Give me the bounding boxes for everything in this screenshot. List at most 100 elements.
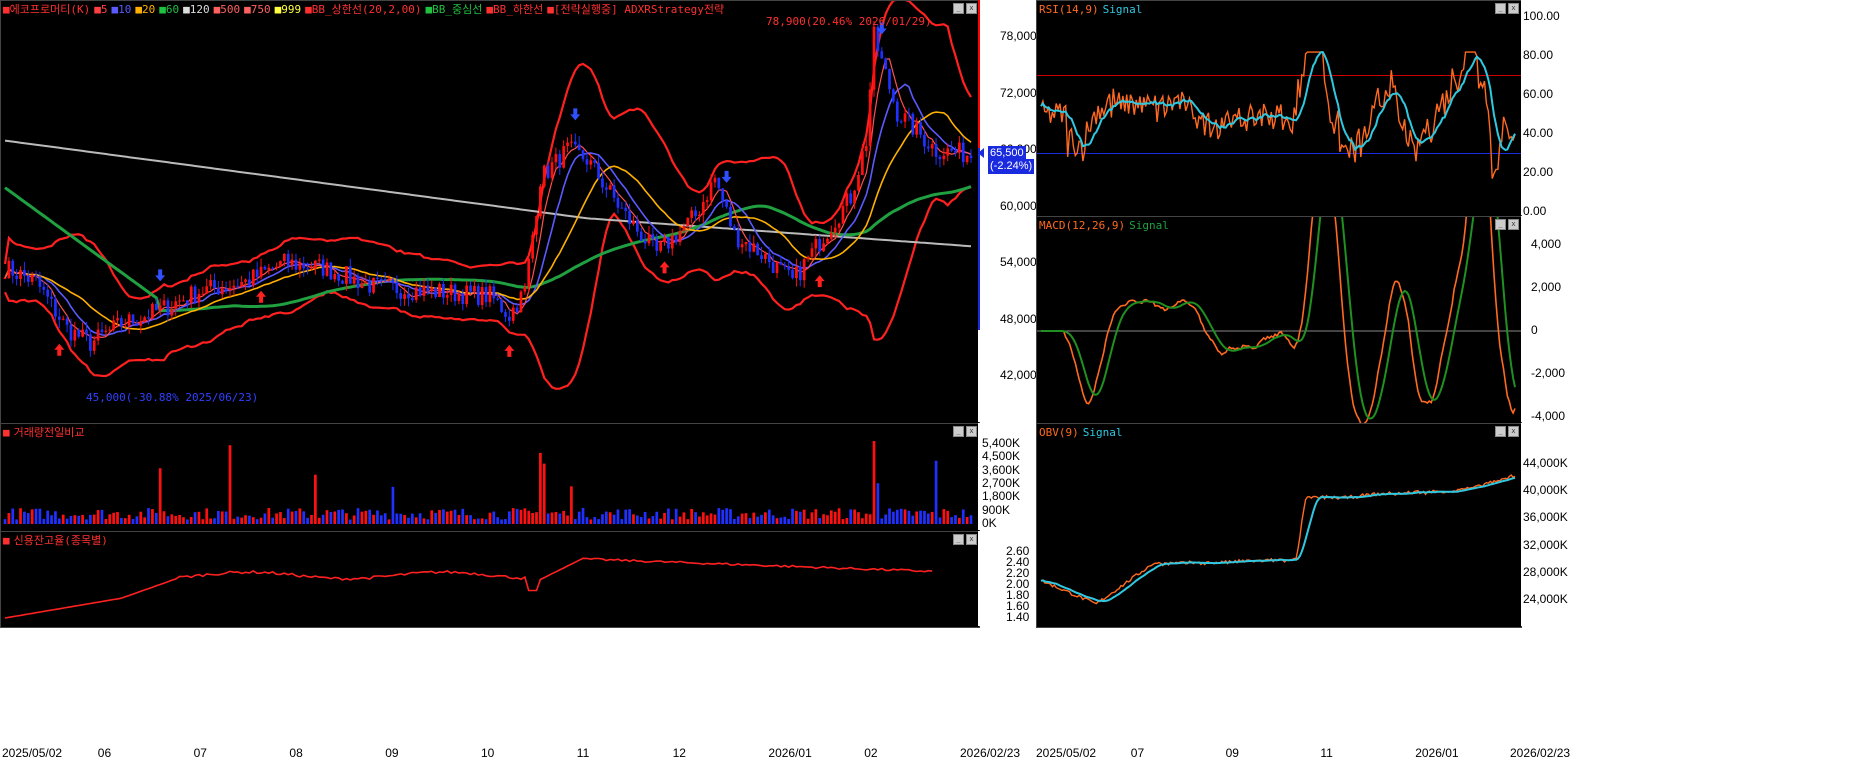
candle-body — [302, 263, 306, 269]
volume-bar — [178, 514, 181, 524]
close-icon[interactable]: x — [1508, 3, 1519, 14]
y-tick-label: 60,000 — [1000, 198, 1037, 213]
volume-bar — [729, 509, 732, 524]
rsi-chart-pane[interactable]: RSI(14,9) Signal _ x — [1036, 0, 1522, 217]
close-icon[interactable]: x — [966, 426, 977, 437]
candle-body — [104, 330, 108, 333]
volume-chart-pane[interactable]: ■ 거래량전일비교 _ x — [0, 423, 980, 532]
candle-body — [182, 300, 185, 302]
obv-chart-pane[interactable]: OBV(9) Signal _ x — [1036, 423, 1522, 628]
legend-item[interactable]: ■999 — [275, 3, 302, 16]
candle-body — [174, 301, 178, 310]
candle-body — [744, 241, 748, 245]
candle-body — [484, 287, 488, 303]
close-icon[interactable]: x — [1508, 219, 1519, 230]
candle-body — [783, 264, 787, 267]
y-tick-label: 28,000K — [1523, 564, 1568, 579]
legend-item[interactable]: ■5 — [94, 3, 107, 16]
volume-bar — [806, 518, 810, 524]
volume-bar — [744, 513, 748, 524]
macd-chart-pane[interactable]: MACD(12,26,9) Signal _ x — [1036, 216, 1522, 424]
legend-item[interactable]: ■750 — [244, 3, 271, 16]
candle-body — [356, 276, 360, 289]
volume-bar — [92, 514, 96, 524]
candle-body — [620, 207, 624, 209]
candle-body — [942, 155, 946, 160]
x-tick-label: 07 — [1130, 746, 1145, 760]
minimize-icon[interactable]: _ — [953, 534, 964, 545]
candle-body — [764, 253, 767, 260]
volume-bar — [236, 516, 240, 524]
candle-body — [54, 298, 57, 317]
buy-arrow-icon — [659, 261, 670, 274]
price-chart-pane[interactable]: ■에코프로머티(K) ■5 ■10 ■20 ■60 ■120 ■500 ■750 ■999 ■BB… — [0, 0, 980, 424]
legend-item[interactable]: ■60 — [159, 3, 179, 16]
candle-body — [457, 293, 461, 302]
candle-body — [577, 144, 581, 151]
volume-bar — [310, 514, 313, 524]
candle-body — [643, 240, 647, 244]
volume-bar — [209, 518, 212, 524]
minimize-icon[interactable]: _ — [953, 426, 964, 437]
legend-item[interactable]: ■BB_하한선 — [486, 3, 543, 16]
legend-item[interactable]: ■BB_중심선 — [426, 3, 483, 16]
y-tick-label: 78,000 — [1000, 29, 1037, 43]
candle-body — [663, 237, 666, 243]
volume-bar — [7, 513, 11, 524]
legend-item[interactable]: ■10 — [111, 3, 131, 16]
legend-item[interactable]: ■120 — [183, 3, 210, 16]
legend-item[interactable]: ■500 — [214, 3, 241, 16]
volume-bar — [372, 514, 375, 524]
volume-bar — [158, 468, 162, 524]
legend-item[interactable]: ■20 — [135, 3, 155, 16]
volume-bar — [868, 514, 872, 524]
volume-bar — [57, 518, 61, 524]
candle-body — [224, 288, 228, 291]
volume-bar — [298, 508, 302, 524]
volume-bar — [465, 515, 469, 524]
legend-item[interactable]: ■BB_상한선(20,2,00) — [305, 3, 421, 16]
candle-body — [511, 307, 515, 321]
legend-item[interactable]: ■에코프로머티(K) — [3, 3, 90, 16]
pane-controls[interactable]: _ x — [953, 3, 977, 14]
volume-bar — [787, 518, 791, 524]
candle-body — [659, 242, 662, 251]
candle-body — [201, 293, 205, 295]
volume-bar — [151, 509, 154, 524]
volume-bar — [942, 509, 946, 524]
volume-bar — [224, 511, 228, 524]
y-tick-label: 24,000K — [1523, 592, 1568, 606]
volume-bar — [504, 519, 507, 524]
legend-item[interactable]: ■[전략실행중] ADXRStrategy전략 — [547, 3, 724, 16]
candle-body — [217, 287, 220, 295]
candle-body — [442, 283, 445, 298]
candle-body — [193, 286, 197, 303]
x-tick-label: 08 — [289, 746, 303, 760]
volume-bar — [961, 509, 965, 524]
candle-body — [267, 267, 271, 270]
minimize-icon[interactable]: _ — [953, 3, 964, 14]
x-tick-label: 12 — [672, 746, 686, 760]
volume-bar — [108, 514, 112, 524]
candle-body — [372, 277, 375, 293]
low-annotation: 45,000(-30.88% 2025/06/23) — [86, 391, 259, 404]
minimize-icon[interactable]: _ — [1495, 219, 1506, 230]
volume-bar — [903, 509, 907, 524]
candle-body — [923, 134, 926, 147]
close-icon[interactable]: x — [966, 534, 977, 545]
candle-body — [69, 324, 73, 341]
y-tick-label: 1,800K — [982, 489, 1021, 504]
volume-bar — [570, 486, 573, 524]
candle-body — [123, 326, 127, 328]
minimize-icon[interactable]: _ — [1495, 426, 1506, 437]
candle-body — [884, 58, 888, 69]
volume-bar — [228, 445, 232, 524]
candle-body — [837, 223, 841, 228]
volume-bar — [810, 512, 814, 524]
y-tick-label: 72,000 — [1000, 85, 1037, 100]
close-icon[interactable]: x — [966, 3, 977, 14]
volume-bar — [876, 483, 880, 524]
credit-chart-pane[interactable]: ■ 신용잔고율(종목별) _ x — [0, 531, 980, 628]
minimize-icon[interactable]: _ — [1495, 3, 1506, 14]
close-icon[interactable]: x — [1508, 426, 1519, 437]
